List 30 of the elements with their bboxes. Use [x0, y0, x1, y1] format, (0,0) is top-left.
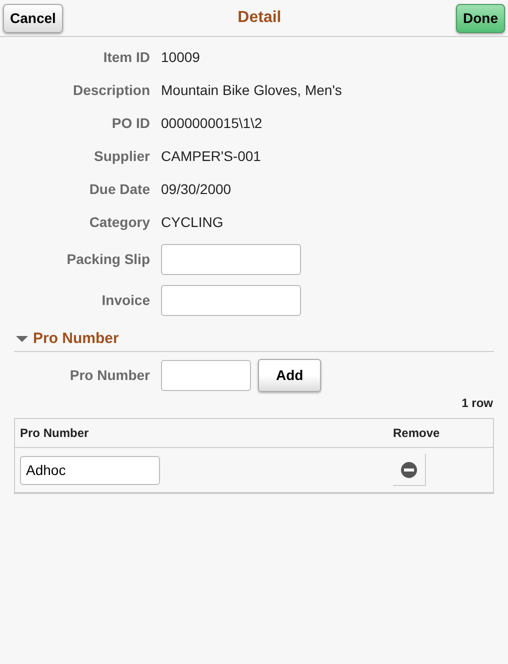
- field-value: CYCLING: [161, 212, 224, 232]
- remove-icon: [401, 462, 417, 478]
- cancel-button[interactable]: Cancel: [3, 4, 63, 32]
- collapse-icon[interactable]: [16, 334, 28, 343]
- column-header: Remove: [393, 425, 441, 442]
- field-label: Supplier: [92, 146, 151, 166]
- field-value: 09/30/2000: [161, 180, 232, 198]
- column-header: Pro Number: [20, 425, 89, 442]
- field-value: 10009: [161, 48, 200, 66]
- field-label: PO ID: [110, 114, 151, 132]
- field-label: Description: [72, 80, 151, 100]
- section-title[interactable]: Pro Number: [33, 328, 119, 350]
- field-label: Item ID: [102, 48, 151, 66]
- field-value: Mountain Bike Gloves, Men's: [161, 80, 342, 100]
- row-count: 1 row: [460, 395, 493, 412]
- field-label: Invoice: [100, 290, 151, 310]
- field-value: 0000000015\1\2: [161, 114, 262, 132]
- field-value: CAMPER'S-001: [161, 146, 261, 166]
- field-label: Pro Number: [68, 366, 151, 385]
- input-field[interactable]: Adhoc: [20, 456, 160, 484]
- field-label: Packing Slip: [66, 250, 151, 269]
- input-field[interactable]: [161, 244, 301, 274]
- field-label: Due Date: [88, 180, 151, 198]
- done-button[interactable]: Done: [456, 4, 505, 32]
- input-field[interactable]: [161, 360, 251, 391]
- remove-button[interactable]: [393, 454, 426, 486]
- add-button[interactable]: Add: [258, 359, 322, 392]
- page-title: Detail: [238, 8, 282, 28]
- field-label: Category: [88, 212, 151, 232]
- input-field[interactable]: [161, 284, 301, 316]
